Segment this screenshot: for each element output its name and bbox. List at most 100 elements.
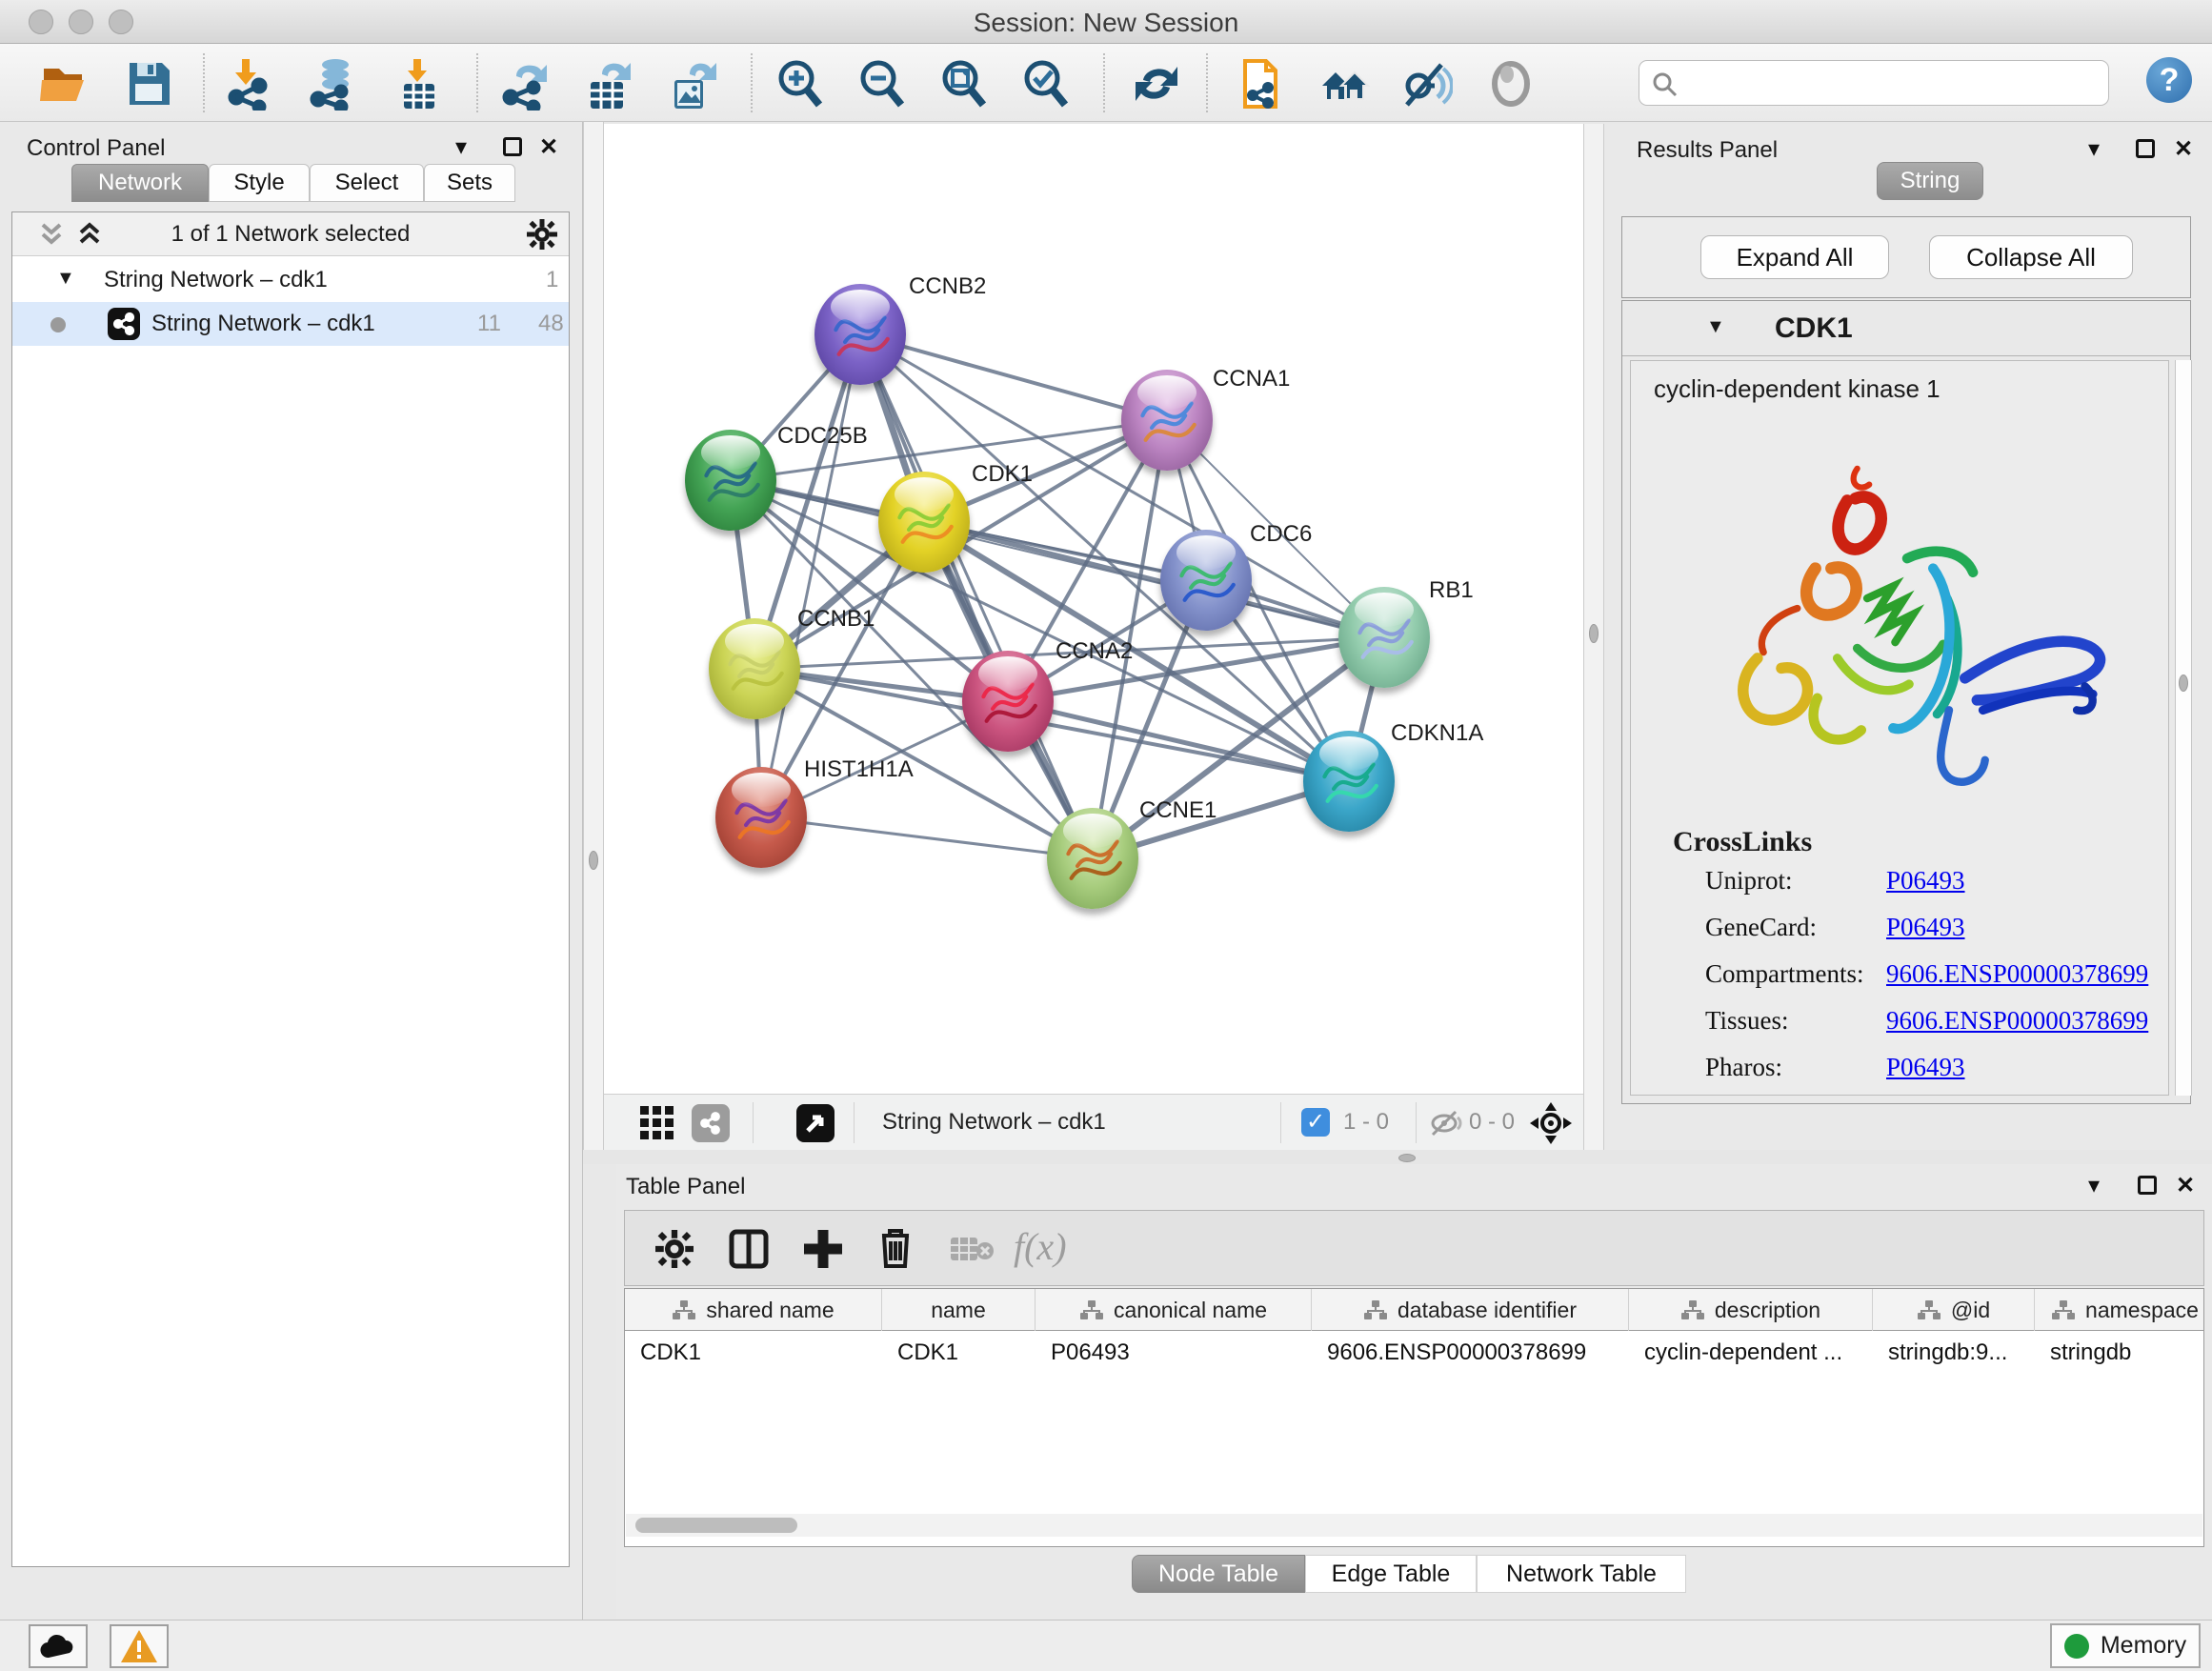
table-panel-close-icon[interactable]: ✕ — [2176, 1172, 2195, 1199]
network-node-ccne1[interactable] — [1047, 808, 1138, 909]
table-panel-collapse-icon[interactable]: ▾ — [2088, 1172, 2100, 1199]
network-node-hist1h1a[interactable] — [715, 767, 807, 868]
control-panel-float-icon[interactable] — [503, 137, 522, 156]
zoom-selected-icon[interactable] — [1019, 57, 1073, 111]
hidden-eye-icon[interactable] — [1429, 1108, 1463, 1138]
hide-unhide-icon[interactable] — [1399, 57, 1453, 111]
results-panel-collapse-icon[interactable]: ▾ — [2088, 135, 2100, 163]
network-canvas[interactable]: CCNB2 CCNA1 CDC25B CDK1 — [604, 124, 1583, 1094]
table-panel-float-icon[interactable] — [2138, 1176, 2157, 1195]
memory-button[interactable]: Memory — [2050, 1623, 2201, 1668]
cloud-status-button[interactable] — [29, 1624, 88, 1668]
open-session-icon[interactable] — [38, 57, 91, 111]
import-table-file-icon[interactable] — [392, 57, 446, 111]
right-splitter[interactable] — [1583, 124, 1604, 1150]
create-column-plus-icon[interactable] — [802, 1228, 844, 1270]
grid-view-icon[interactable] — [640, 1106, 674, 1140]
import-network-database-icon[interactable] — [307, 57, 360, 111]
column-header-canonical-name[interactable]: canonical name — [1036, 1289, 1312, 1331]
delete-column-trash-icon[interactable] — [875, 1226, 916, 1270]
gene-collapse-triangle[interactable]: ▼ — [1706, 316, 1725, 338]
zoom-out-icon[interactable] — [855, 57, 909, 111]
tab-node-table[interactable]: Node Table — [1132, 1555, 1305, 1593]
network-node-cdk1[interactable] — [878, 472, 970, 573]
import-network-file-icon[interactable] — [223, 57, 276, 111]
crosslink-link[interactable]: P06493 — [1886, 913, 1965, 942]
table-hscrollbar-thumb[interactable] — [635, 1518, 797, 1533]
results-scrollbar-thumb[interactable] — [2179, 674, 2188, 692]
collection-expand-triangle[interactable]: ▼ — [56, 268, 75, 290]
table-cell[interactable]: CDK1 — [882, 1331, 1036, 1375]
table-cell[interactable]: P06493 — [1036, 1331, 1312, 1375]
right-splitter-handle[interactable] — [1589, 624, 1599, 643]
export-table-icon[interactable] — [583, 57, 636, 111]
column-header-shared-name[interactable]: shared name — [625, 1289, 882, 1331]
network-node-ccna2[interactable] — [962, 651, 1054, 752]
selected-nodes-checkbox[interactable]: ✓ — [1301, 1108, 1330, 1137]
table-row[interactable]: CDK1CDK1P064939606.ENSP00000378699cyclin… — [625, 1331, 2204, 1375]
refresh-icon[interactable] — [1130, 57, 1183, 111]
zoom-in-icon[interactable] — [774, 57, 827, 111]
network-node-rb1[interactable] — [1338, 587, 1430, 688]
function-builder-fx-icon[interactable]: f(x) — [1014, 1224, 1067, 1269]
tab-network[interactable]: Network — [71, 164, 209, 202]
column-header-description[interactable]: description — [1629, 1289, 1873, 1331]
table-cell[interactable]: cyclin-dependent ... — [1629, 1331, 1873, 1375]
table-cell[interactable]: CDK1 — [625, 1331, 882, 1375]
help-button[interactable]: ? — [2146, 57, 2192, 103]
network-row[interactable]: String Network – cdk1 11 48 — [12, 302, 569, 346]
column-header-name[interactable]: name — [882, 1289, 1036, 1331]
table-cell[interactable]: stringdb — [2035, 1331, 2204, 1375]
string-import-icon[interactable] — [1234, 57, 1287, 111]
table-hscrollbar[interactable] — [626, 1514, 2202, 1537]
table-cell[interactable]: stringdb:9... — [1873, 1331, 2035, 1375]
birdseye-view-icon[interactable] — [796, 1104, 835, 1142]
network-node-ccna1[interactable] — [1121, 370, 1213, 471]
crosslink-link[interactable]: 9606.ENSP00000378699 — [1886, 1006, 2148, 1036]
network-node-cdkn1a[interactable] — [1303, 731, 1395, 832]
network-node-ccnb2[interactable] — [814, 284, 906, 385]
crosslink-link[interactable]: P06493 — [1886, 866, 1965, 896]
tab-string[interactable]: String — [1877, 162, 1983, 200]
fit-content-crosshair-icon[interactable] — [1530, 1102, 1572, 1144]
warnings-button[interactable] — [110, 1624, 169, 1668]
search-input[interactable] — [1639, 60, 2109, 106]
table-settings-gear-icon[interactable] — [655, 1230, 694, 1268]
network-view-share-icon[interactable] — [692, 1104, 730, 1142]
network-node-cdc6[interactable] — [1160, 530, 1252, 631]
horizontal-splitter-handle[interactable] — [1398, 1154, 1416, 1162]
results-scrollbar[interactable] — [2175, 360, 2192, 1096]
results-panel-float-icon[interactable] — [2136, 139, 2155, 158]
network-collection-row[interactable]: ▼ String Network – cdk1 1 — [12, 258, 569, 302]
tab-network-table[interactable]: Network Table — [1477, 1555, 1686, 1593]
show-columns-icon[interactable] — [728, 1228, 770, 1270]
gene-header-band[interactable]: ▼ CDK1 — [1622, 301, 2190, 356]
crosslink-link[interactable]: 9606.ENSP00000378699 — [1886, 959, 2148, 989]
collapse-all-button[interactable]: Collapse All — [1929, 235, 2133, 279]
control-panel-collapse-icon[interactable]: ▾ — [455, 133, 467, 161]
export-image-icon[interactable] — [667, 57, 720, 111]
save-session-icon[interactable] — [122, 57, 175, 111]
tab-select[interactable]: Select — [310, 164, 424, 202]
export-network-icon[interactable] — [499, 57, 553, 111]
tab-sets[interactable]: Sets — [424, 164, 515, 202]
tab-edge-table[interactable]: Edge Table — [1305, 1555, 1477, 1593]
crosslink-link[interactable]: P06493 — [1886, 1053, 1965, 1082]
expand-all-button[interactable]: Expand All — [1700, 235, 1889, 279]
string-home-icon[interactable] — [1318, 57, 1372, 111]
left-splitter-handle[interactable] — [589, 851, 598, 870]
network-node-cdc25b[interactable] — [685, 430, 776, 531]
delete-table-icon[interactable] — [951, 1236, 995, 1264]
table-cell[interactable]: 9606.ENSP00000378699 — [1312, 1331, 1629, 1375]
network-options-gear-icon[interactable] — [527, 219, 557, 250]
control-panel-close-icon[interactable]: ✕ — [539, 133, 558, 161]
horizontal-splitter[interactable] — [583, 1150, 2212, 1164]
level-indicator-icon[interactable] — [1484, 57, 1538, 111]
network-node-ccnb1[interactable] — [709, 618, 800, 719]
column-header-database-identifier[interactable]: database identifier — [1312, 1289, 1629, 1331]
results-panel-close-icon[interactable]: ✕ — [2174, 135, 2193, 163]
column-header-namespace[interactable]: namespace — [2035, 1289, 2204, 1331]
zoom-fit-icon[interactable] — [937, 57, 991, 111]
tab-style[interactable]: Style — [209, 164, 310, 202]
left-splitter[interactable] — [583, 122, 604, 1164]
